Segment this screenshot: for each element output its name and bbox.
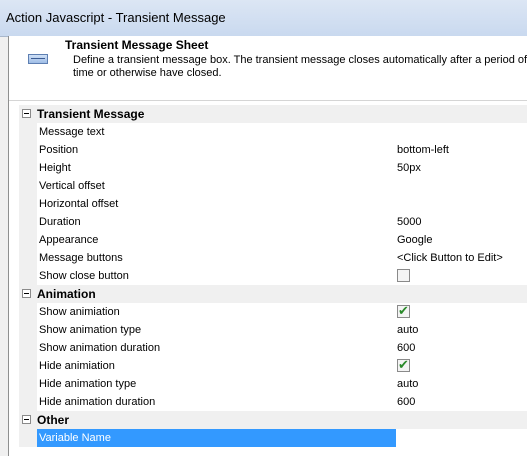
property-row-message-text[interactable]: Message text bbox=[19, 123, 527, 141]
category-transient-message[interactable]: Transient Message bbox=[19, 105, 527, 123]
property-row-hide-animiation[interactable]: Hide animiation ✔ bbox=[19, 357, 527, 375]
category-label: Transient Message bbox=[37, 107, 145, 121]
property-value[interactable]: bottom-left bbox=[397, 144, 449, 156]
property-value[interactable]: 600 bbox=[397, 396, 415, 408]
property-label: Show animation duration bbox=[39, 342, 161, 354]
property-label: Hide animiation bbox=[39, 360, 115, 372]
property-label: Show close button bbox=[39, 270, 129, 282]
property-value[interactable]: auto bbox=[397, 324, 418, 336]
property-label: Variable Name bbox=[39, 432, 111, 444]
property-checkbox[interactable] bbox=[397, 269, 410, 282]
category-animation[interactable]: Animation bbox=[19, 285, 527, 303]
property-row-hide-animation-duration[interactable]: Hide animation duration 600 bbox=[19, 393, 527, 411]
row-margin bbox=[19, 231, 37, 249]
row-margin bbox=[19, 429, 37, 447]
dialog-content: Transient Message Sheet Define a transie… bbox=[8, 36, 527, 456]
property-row-vertical-offset[interactable]: Vertical offset bbox=[19, 177, 527, 195]
property-row-message-buttons[interactable]: Message buttons <Click Button to Edit> bbox=[19, 249, 527, 267]
row-margin bbox=[19, 249, 37, 267]
row-margin bbox=[19, 141, 37, 159]
category-label: Other bbox=[37, 413, 70, 427]
row-margin bbox=[19, 303, 37, 321]
property-label: Show animiation bbox=[39, 306, 120, 318]
property-value[interactable]: auto bbox=[397, 378, 418, 390]
property-grid: Transient Message Message text Position bot… bbox=[19, 105, 527, 456]
property-row-show-animation-type[interactable]: Show animation type auto bbox=[19, 321, 527, 339]
sheet-icon bbox=[28, 54, 48, 64]
property-row-position[interactable]: Position bottom-left bbox=[19, 141, 527, 159]
sheet-header: Transient Message Sheet Define a transie… bbox=[9, 36, 527, 101]
property-label: Appearance bbox=[39, 234, 99, 246]
row-margin bbox=[19, 159, 37, 177]
property-value[interactable]: Google bbox=[397, 234, 432, 246]
sheet-title: Transient Message Sheet bbox=[65, 38, 209, 52]
property-label: Height bbox=[39, 162, 71, 174]
property-checkbox[interactable]: ✔ bbox=[397, 357, 410, 372]
collapse-toggle-icon[interactable] bbox=[22, 415, 31, 424]
property-label: Vertical offset bbox=[39, 180, 105, 192]
property-row-show-animation-duration[interactable]: Show animation duration 600 bbox=[19, 339, 527, 357]
row-margin bbox=[19, 123, 37, 141]
row-margin bbox=[19, 393, 37, 411]
category-other[interactable]: Other bbox=[19, 411, 527, 429]
checkmark-icon: ✔ bbox=[398, 303, 409, 318]
property-label: Message text bbox=[39, 126, 105, 138]
property-row-show-animiation[interactable]: Show animiation ✔ bbox=[19, 303, 527, 321]
property-label: Message buttons bbox=[39, 252, 123, 264]
property-row-hide-animation-type[interactable]: Hide animation type auto bbox=[19, 375, 527, 393]
row-margin bbox=[19, 321, 37, 339]
checkmark-icon: ✔ bbox=[398, 357, 409, 372]
property-row-horizontal-offset[interactable]: Horizontal offset bbox=[19, 195, 527, 213]
property-value[interactable]: 5000 bbox=[397, 216, 421, 228]
sheet-description: Define a transient message box. The tran… bbox=[73, 54, 527, 79]
collapse-toggle-icon[interactable] bbox=[22, 109, 31, 118]
property-value[interactable]: 600 bbox=[397, 342, 415, 354]
window-title: Action Javascript - Transient Message bbox=[6, 10, 226, 25]
property-row-variable-name[interactable]: Variable Name bbox=[19, 429, 527, 447]
property-label: Show animation type bbox=[39, 324, 142, 336]
property-label: Hide animation duration bbox=[39, 396, 156, 408]
title-bar: Action Javascript - Transient Message bbox=[0, 0, 527, 37]
property-label: Hide animation type bbox=[39, 378, 137, 390]
property-row-show-close-button[interactable]: Show close button bbox=[19, 267, 527, 285]
row-margin bbox=[19, 357, 37, 375]
property-row-appearance[interactable]: Appearance Google bbox=[19, 231, 527, 249]
property-row-duration[interactable]: Duration 5000 bbox=[19, 213, 527, 231]
row-margin bbox=[19, 375, 37, 393]
property-label: Position bbox=[39, 144, 79, 156]
row-margin bbox=[19, 339, 37, 357]
category-label: Animation bbox=[37, 287, 96, 301]
property-row-height[interactable]: Height 50px bbox=[19, 159, 527, 177]
property-checkbox[interactable]: ✔ bbox=[397, 303, 410, 318]
row-margin bbox=[19, 213, 37, 231]
row-margin bbox=[19, 195, 37, 213]
property-label: Horizontal offset bbox=[39, 198, 119, 210]
row-margin bbox=[19, 177, 37, 195]
row-margin bbox=[19, 267, 37, 285]
property-value[interactable]: 50px bbox=[397, 162, 421, 174]
property-label: Duration bbox=[39, 216, 81, 228]
property-value[interactable]: <Click Button to Edit> bbox=[397, 252, 503, 264]
collapse-toggle-icon[interactable] bbox=[22, 289, 31, 298]
